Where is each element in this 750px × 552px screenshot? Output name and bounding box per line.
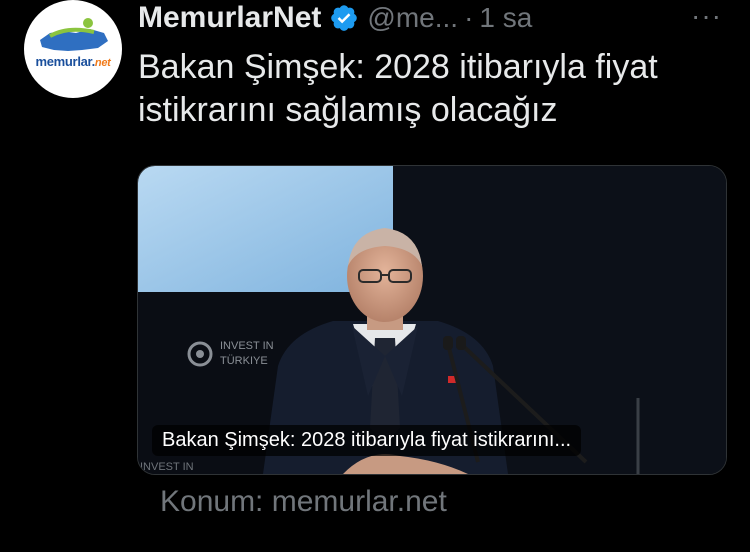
avatar[interactable]: memurlar.net bbox=[24, 0, 122, 98]
backdrop-bottom-text: INVEST IN bbox=[140, 461, 194, 473]
backdrop-brand-line2: TÜRKIYE bbox=[220, 355, 268, 367]
card-caption: Bakan Şimşek: 2028 itibarıyla fiyat isti… bbox=[152, 425, 582, 456]
tweet-timestamp[interactable]: 1 sa bbox=[479, 2, 532, 34]
avatar-logo-text: memurlar.net bbox=[35, 54, 111, 69]
link-card[interactable]: INVEST IN TÜRKIYE INVEST IN Bakan Şimşek… bbox=[137, 165, 727, 475]
tweet-text: Bakan Şimşek: 2028 itibarıyla fiyat isti… bbox=[138, 48, 658, 129]
author-handle[interactable]: @me... bbox=[367, 2, 458, 34]
memurlar-logo-icon bbox=[40, 18, 108, 51]
backdrop-brand-line1: INVEST IN bbox=[220, 340, 274, 352]
more-options-icon[interactable]: ··· bbox=[691, 2, 722, 30]
verified-badge-icon bbox=[331, 5, 358, 31]
author-display-name[interactable]: MemurlarNet bbox=[138, 1, 321, 35]
tweet-header: MemurlarNet @me... · 1 sa bbox=[138, 0, 532, 36]
location-link[interactable]: Konum: memurlar.net bbox=[160, 485, 447, 519]
header-separator: · bbox=[464, 2, 474, 33]
